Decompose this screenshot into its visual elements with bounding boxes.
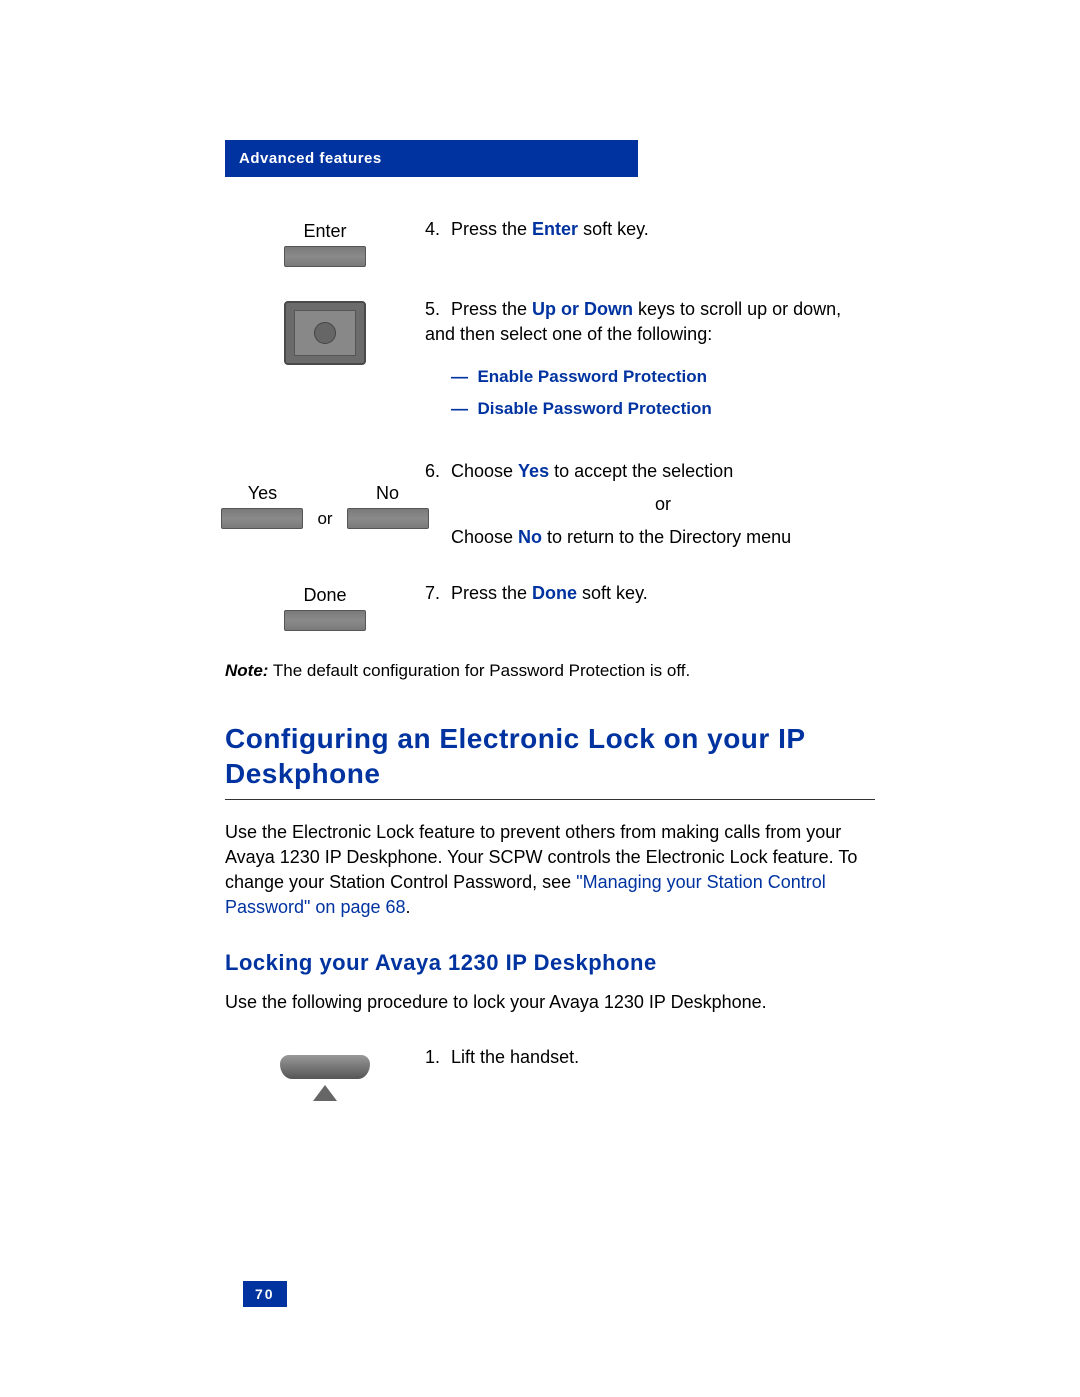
enable-password-option: — Enable Password Protection <box>451 365 875 389</box>
note-label: Note: <box>225 661 268 680</box>
step-6-num: 6. <box>425 459 451 484</box>
or-label: or <box>317 509 332 529</box>
yes-bold: Yes <box>518 461 549 481</box>
or-divider: or <box>451 492 875 517</box>
disable-password-option: — Disable Password Protection <box>451 397 875 421</box>
yes-key-label: Yes <box>248 483 277 504</box>
enter-key-label: Enter <box>303 221 346 242</box>
step-4-num: 4. <box>425 217 451 242</box>
header-title: Advanced features <box>239 150 382 167</box>
subsection-text: Use the following procedure to lock your… <box>225 990 875 1015</box>
no-bold: No <box>518 527 542 547</box>
subsection-heading: Locking your Avaya 1230 IP Deskphone <box>225 950 875 976</box>
step-7-text: 7.Press the Done soft key. <box>425 581 875 631</box>
step-6-text: 6.Choose Yes to accept the selection or … <box>425 459 875 551</box>
step-4-visual: Enter <box>225 217 425 267</box>
lock-step-1-visual <box>225 1045 425 1095</box>
no-key-label: No <box>376 483 399 504</box>
lock-step-1-text: 1.Lift the handset. <box>425 1045 875 1095</box>
step-4-text: 4.Press the Enter soft key. <box>425 217 875 267</box>
done-key-label: Done <box>303 585 346 606</box>
softkey-icon <box>284 610 366 631</box>
softkey-icon <box>284 246 366 267</box>
step-5-text: 5.Press the Up or Down keys to scroll up… <box>425 297 875 429</box>
handset-icon <box>280 1055 370 1095</box>
updown-key-bold: Up or Down <box>532 299 633 319</box>
step-6-visual: Yes or No <box>225 459 425 551</box>
lock-step-1-row: 1.Lift the handset. <box>225 1045 875 1095</box>
step-6-row: Yes or No 6.Choose Yes to accept the sel… <box>225 459 875 551</box>
lock-step-1-num: 1. <box>425 1045 451 1070</box>
page-number: 70 <box>243 1281 287 1307</box>
section-header: Advanced features <box>225 140 638 177</box>
note-text: Note: The default configuration for Pass… <box>225 661 875 681</box>
enter-key-bold: Enter <box>532 219 578 239</box>
step-5-row: 5.Press the Up or Down keys to scroll up… <box>225 297 875 429</box>
step-5-visual <box>225 297 425 429</box>
step-7-visual: Done <box>225 581 425 631</box>
navigation-key-icon <box>284 301 366 365</box>
softkey-icon <box>347 508 429 529</box>
section-heading: Configuring an Electronic Lock on your I… <box>225 721 875 791</box>
step-7-row: Done 7.Press the Done soft key. <box>225 581 875 631</box>
softkey-icon <box>221 508 303 529</box>
done-key-bold: Done <box>532 583 577 603</box>
heading-divider <box>225 799 875 800</box>
step-4-row: Enter 4.Press the Enter soft key. <box>225 217 875 267</box>
step-7-num: 7. <box>425 581 451 606</box>
step-5-num: 5. <box>425 297 451 322</box>
section-body: Use the Electronic Lock feature to preve… <box>225 820 875 921</box>
